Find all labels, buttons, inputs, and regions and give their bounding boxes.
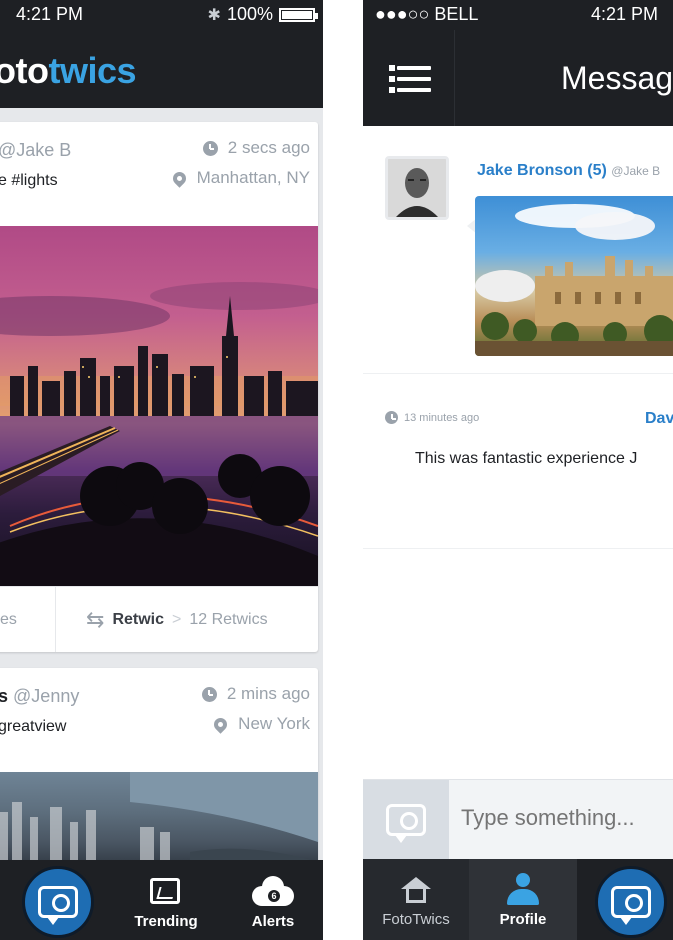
post-user[interactable]: s @Jenny	[0, 686, 79, 707]
message-input[interactable]	[461, 805, 673, 831]
post-time: 2 mins ago	[201, 684, 310, 704]
status-bar: ●●●○○ BELL 4:21 PM	[363, 0, 673, 30]
message-sender[interactable]: Jake Bronson (5) @Jake B	[477, 162, 660, 180]
message-photo[interactable]	[475, 196, 673, 356]
post-user-name[interactable]: s	[0, 686, 8, 706]
logo-text-blue: twics	[48, 50, 137, 91]
tab-fototwics-label[interactable]: FotoTwics	[363, 911, 469, 928]
post-caption: greatview	[0, 718, 67, 735]
retwic-label[interactable]: Retwic	[112, 611, 164, 629]
cloud-icon: 6	[252, 876, 294, 906]
status-bar: 4:21 PM ✱ 100%	[0, 0, 323, 30]
retwic-icon: ⇆	[86, 606, 105, 632]
status-time: 4:21 PM	[591, 4, 659, 24]
tab-profile-label[interactable]: Profile	[469, 911, 577, 928]
post-caption: e #lights	[0, 172, 58, 189]
clock-icon	[201, 686, 217, 702]
retwic-button[interactable]: ⇆ Retwic > 12 Retwics	[56, 607, 268, 633]
divider	[363, 548, 673, 549]
tab-fototwics[interactable]: FotoTwics	[363, 859, 469, 940]
cathedral-image	[475, 204, 673, 356]
user-head	[516, 873, 530, 887]
message-time: 13 minutes ago	[385, 411, 479, 424]
post-actions: es ⇆ Retwic > 12 Retwics	[0, 586, 318, 652]
app-logo: ototwics	[0, 50, 137, 92]
avatar-image	[388, 159, 446, 217]
post-handle[interactable]: @Jake B	[0, 140, 71, 160]
sender-handle: @Jake B	[611, 164, 661, 178]
battery-percent: 100%	[226, 4, 273, 24]
camera-icon	[386, 804, 426, 843]
post-location-text[interactable]: Manhattan, NY	[197, 168, 310, 188]
tab-alerts-label[interactable]: Alerts	[240, 913, 306, 930]
post-location[interactable]: New York	[211, 714, 310, 734]
tab-trending-label[interactable]: Trending	[125, 913, 207, 930]
post-handle[interactable]: @Jenny	[13, 686, 79, 706]
sender-name[interactable]: Jake Bronson (5)	[477, 162, 607, 179]
menu-line	[397, 77, 431, 81]
menu-line	[397, 88, 431, 92]
feed-screen: 4:21 PM ✱ 100% ototwics @Jake B e #light…	[0, 0, 323, 940]
aerial-city-image	[0, 772, 318, 868]
app-screenshots: 4:21 PM ✱ 100% ototwics @Jake B e #light…	[0, 0, 673, 940]
chevron-right-icon: >	[172, 610, 182, 628]
menu-dot	[389, 87, 395, 93]
menu-dot	[389, 65, 395, 71]
likes-label[interactable]: es	[0, 611, 17, 629]
post-time-text: 2 secs ago	[227, 138, 310, 157]
status-right: ✱ 100%	[207, 4, 318, 25]
photos-icon	[150, 878, 180, 904]
camera-icon	[611, 886, 651, 925]
retwic-count[interactable]: 12 Retwics	[189, 611, 267, 629]
location-pin-icon	[169, 168, 189, 188]
clock-icon	[202, 140, 218, 156]
user-body	[507, 889, 539, 905]
post-user[interactable]: @Jake B	[0, 140, 71, 161]
menu-dot	[389, 76, 395, 82]
tab-trending[interactable]: Trending	[125, 860, 207, 940]
post-photo[interactable]	[0, 772, 318, 868]
post-time: 2 secs ago	[202, 138, 310, 158]
battery-fill	[282, 10, 312, 19]
clock-icon	[385, 411, 398, 424]
tab-alerts[interactable]: 6 Alerts	[240, 860, 306, 940]
post-location-text[interactable]: New York	[238, 714, 310, 734]
likes-button[interactable]: es	[0, 587, 56, 652]
post-photo[interactable]	[0, 226, 318, 586]
city-skyline-image	[0, 282, 318, 586]
user-icon	[507, 873, 539, 905]
post-card[interactable]: s @Jenny greatview 2 mins ago New York	[0, 668, 318, 868]
post-time-text: 2 mins ago	[226, 684, 310, 703]
logo-text-white: oto	[0, 50, 49, 91]
status-time: 4:21 PM	[16, 4, 84, 24]
menu-button[interactable]	[363, 30, 455, 126]
camera-button[interactable]	[22, 866, 94, 938]
home-base	[406, 889, 426, 903]
post-location[interactable]: Manhattan, NY	[169, 168, 310, 188]
alerts-badge: 6	[268, 890, 280, 902]
message-sender[interactable]: Dav	[645, 410, 673, 428]
location-pin-icon	[211, 714, 230, 734]
app-header: Messages	[363, 30, 673, 126]
page-title: Messages	[561, 60, 673, 96]
attach-photo-button[interactable]	[363, 780, 449, 860]
bluetooth-icon: ✱	[207, 6, 221, 24]
message-time-text: 13 minutes ago	[404, 411, 480, 424]
messages-screen: ●●●○○ BELL 4:21 PM Messages Jak	[363, 0, 673, 940]
home-icon	[401, 877, 431, 903]
menu-line	[397, 66, 431, 70]
camera-icon	[38, 886, 78, 925]
post-card[interactable]: @Jake B e #lights 2 secs ago Manhattan, …	[0, 122, 318, 652]
home-roof	[401, 877, 431, 889]
battery-icon	[279, 7, 318, 22]
tab-profile[interactable]: Profile	[469, 859, 577, 940]
message-text: This was fantastic experience J	[415, 450, 638, 467]
avatar[interactable]	[385, 156, 449, 220]
status-carrier: ●●●○○ BELL	[375, 4, 479, 24]
message-composer	[363, 779, 673, 860]
camera-button[interactable]	[595, 866, 667, 938]
